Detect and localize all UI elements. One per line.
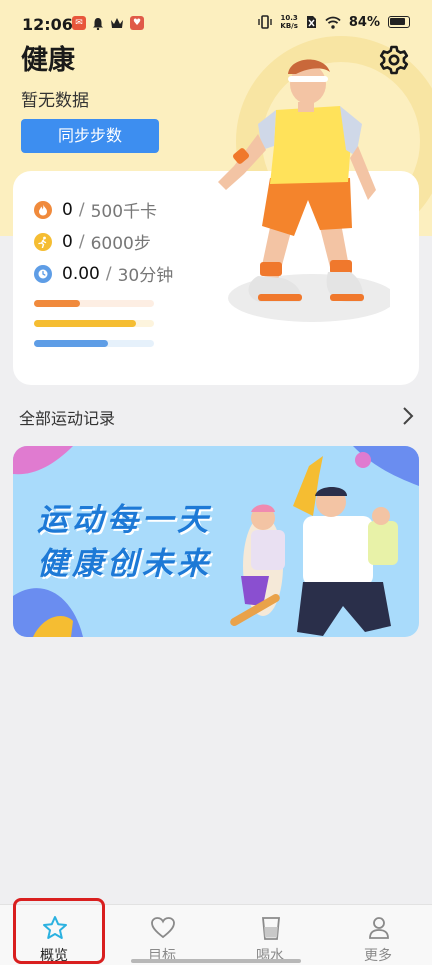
tab-more-label: 更多 xyxy=(364,948,392,964)
crown-icon xyxy=(111,18,123,28)
tab-water[interactable]: 喝水 xyxy=(230,905,310,965)
calories-goal: 500千卡 xyxy=(90,202,158,222)
highlight-annotation-box xyxy=(13,898,105,964)
promo-banner[interactable]: 运动每一天 健康创未来 xyxy=(13,446,419,637)
running-icon xyxy=(34,232,52,251)
page-title: 健康 xyxy=(21,45,75,76)
steps-goal: 6000步 xyxy=(90,234,151,254)
home-indicator[interactable] xyxy=(131,959,301,963)
calories-progress-fill xyxy=(34,300,80,307)
flame-icon xyxy=(34,200,52,219)
athlete-illustration xyxy=(218,59,390,322)
calories-stat: 0 / 500千卡 xyxy=(34,197,157,222)
all-records-row[interactable]: 全部运动记录 xyxy=(0,398,432,434)
duration-goal: 30分钟 xyxy=(117,266,174,286)
vibrate-icon xyxy=(258,15,273,29)
no-data-subtitle: 暂无数据 xyxy=(21,91,89,111)
duration-progress-fill xyxy=(34,340,109,347)
clock-icon xyxy=(34,264,52,283)
duration-separator: / xyxy=(105,263,112,284)
steps-progress-bar xyxy=(34,320,154,327)
battery-icon xyxy=(388,16,410,28)
wifi-icon xyxy=(325,16,341,29)
notification-app-icon: ✉ xyxy=(72,16,86,30)
duration-stat: 0.00 / 30分钟 xyxy=(34,261,173,286)
network-speed: 10.3 KB/s xyxy=(280,14,298,30)
sync-steps-button[interactable]: 同步步数 xyxy=(21,119,159,153)
steps-value: 0 xyxy=(62,231,73,252)
calories-separator: / xyxy=(78,199,85,220)
cup-icon xyxy=(262,917,280,940)
battery-percent: 84% xyxy=(348,14,380,30)
duration-value: 0.00 xyxy=(62,263,100,284)
duration-progress-bar xyxy=(34,340,154,347)
heart-icon xyxy=(151,917,175,939)
app-badge-icon: ♥ xyxy=(130,16,144,30)
calories-progress-bar xyxy=(34,300,154,307)
chevron-right-icon xyxy=(403,407,414,425)
banner-headline-2: 健康创未来 xyxy=(37,546,212,582)
steps-separator: / xyxy=(78,231,85,252)
tab-more[interactable]: 更多 xyxy=(338,905,418,965)
all-records-label: 全部运动记录 xyxy=(19,409,116,428)
steps-progress-fill xyxy=(34,320,136,327)
steps-stat: 0 / 6000步 xyxy=(34,229,151,254)
banner-headline-1: 运动每一天 xyxy=(37,502,212,538)
bell-icon xyxy=(93,17,103,30)
calories-value: 0 xyxy=(62,199,73,220)
status-time: 12:06 xyxy=(22,15,73,34)
no-sim-icon xyxy=(306,16,316,28)
tab-goals[interactable]: 目标 xyxy=(122,905,202,965)
person-icon xyxy=(369,917,389,939)
